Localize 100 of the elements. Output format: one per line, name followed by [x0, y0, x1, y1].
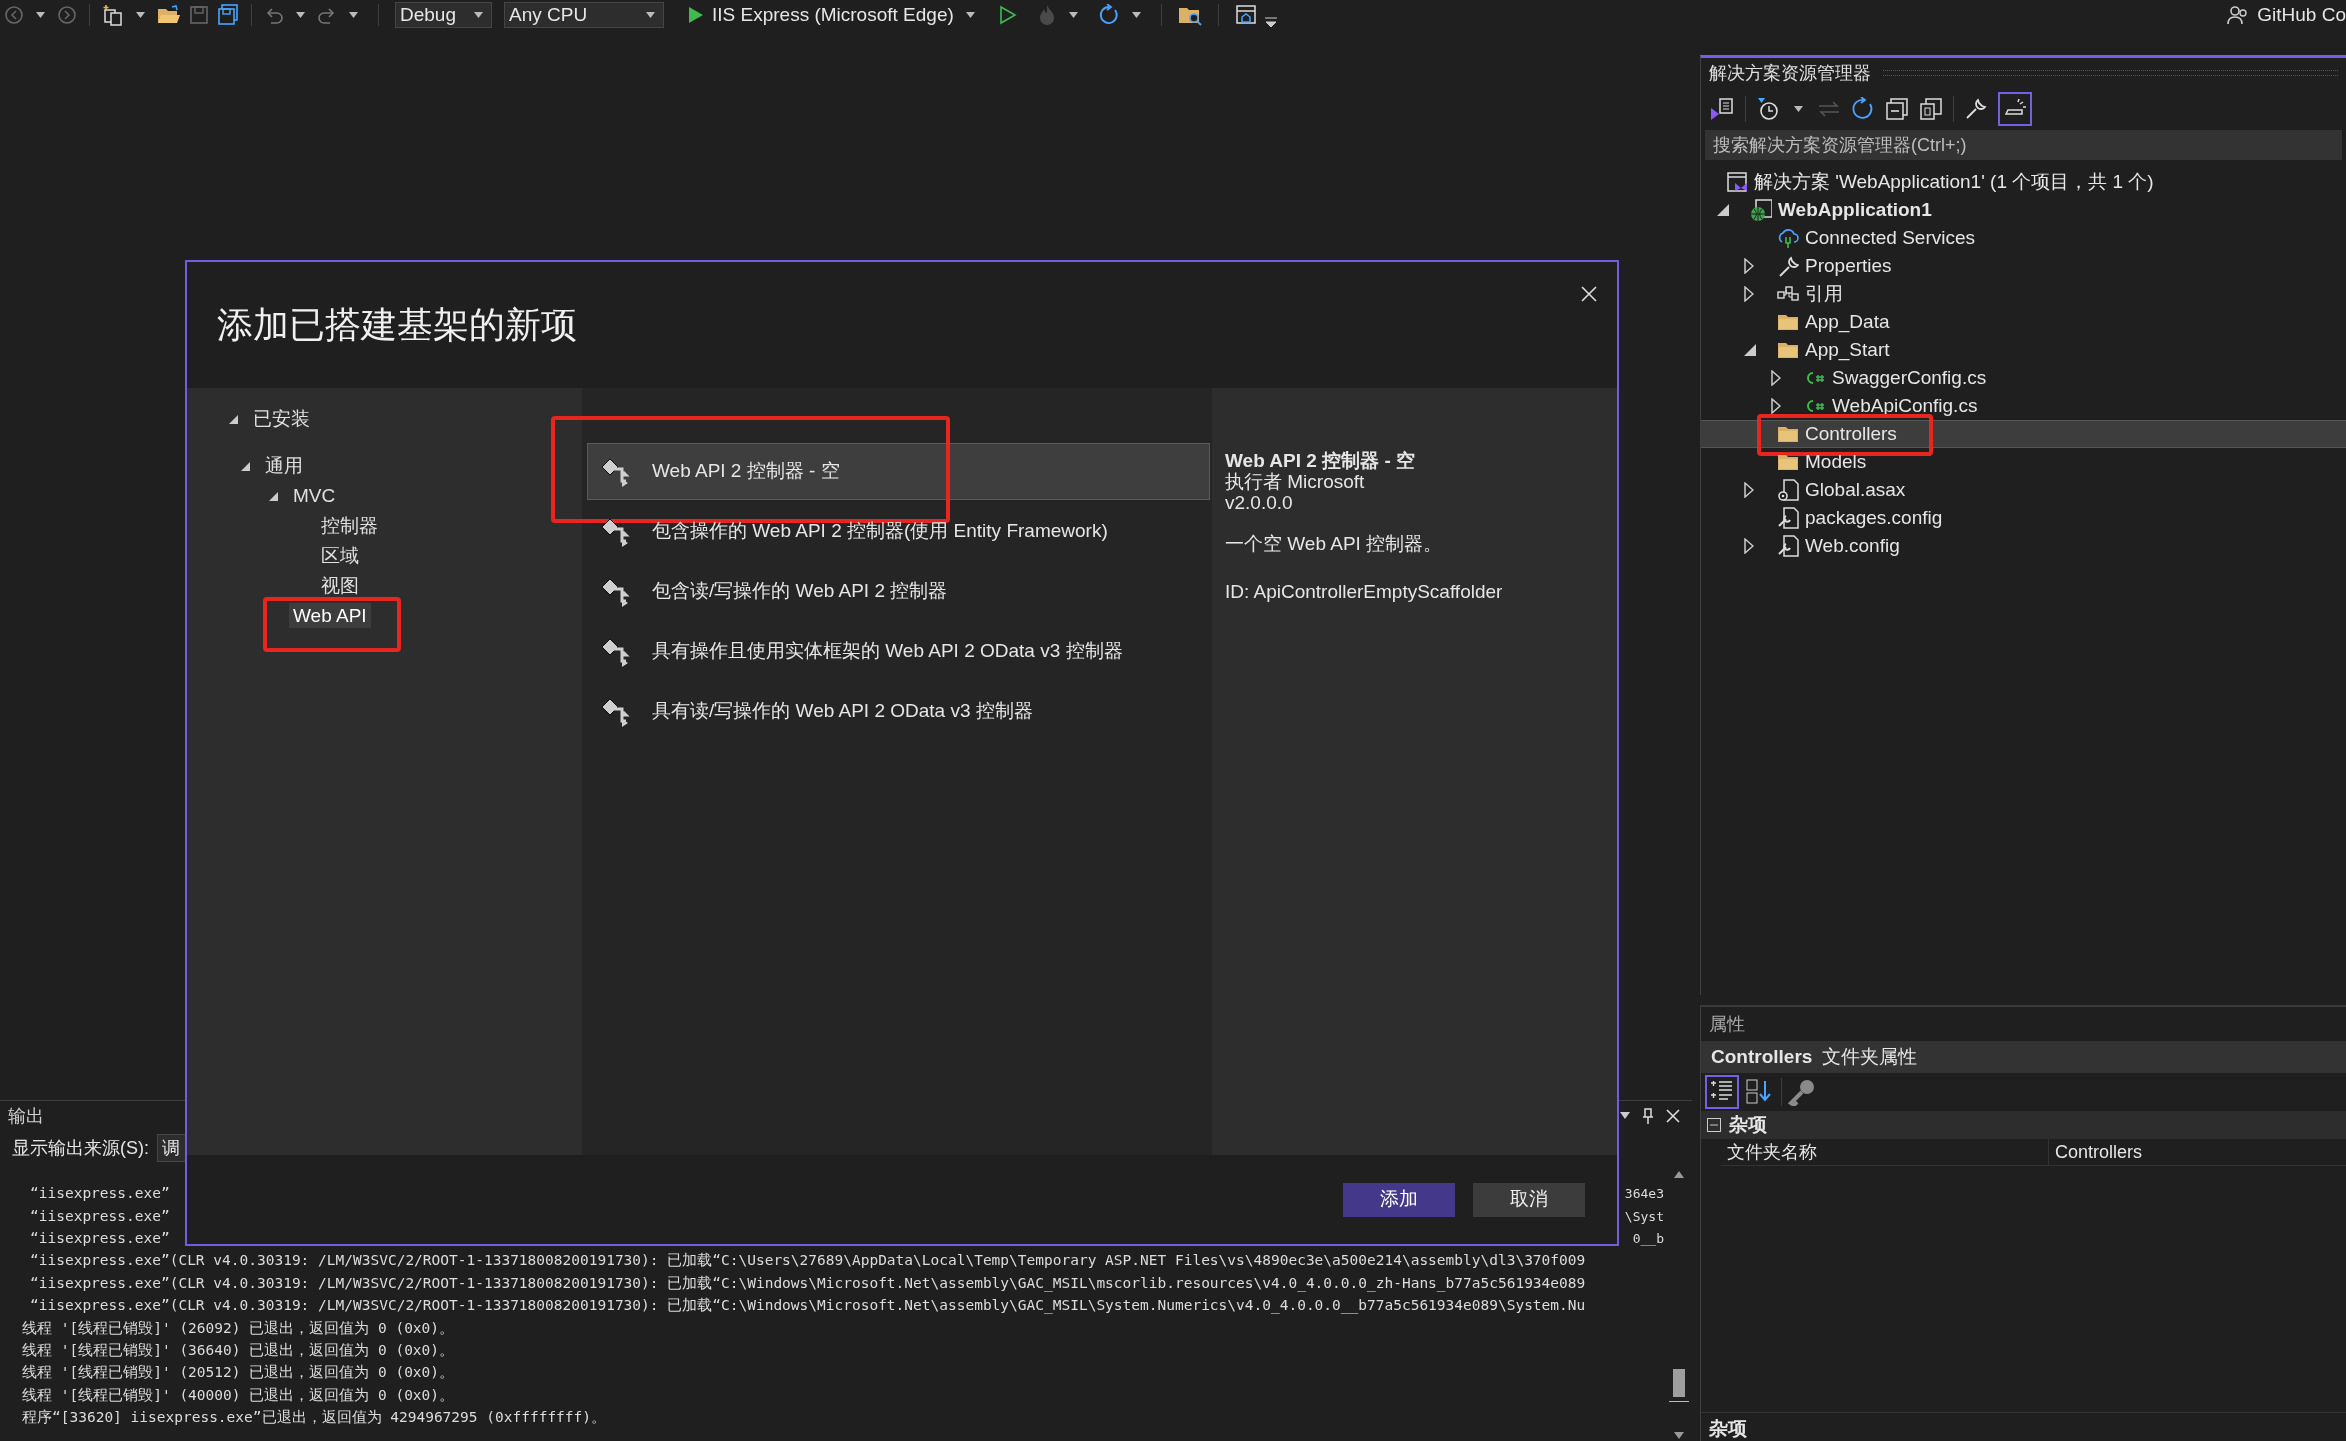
caret-icon[interactable]	[1131, 12, 1141, 18]
tree-item[interactable]: Connected Services	[1701, 224, 2346, 252]
template-author: 执行者 Microsoft	[1225, 471, 1366, 492]
forward-icon[interactable]	[57, 5, 77, 25]
key-icon[interactable]	[1788, 1078, 1816, 1106]
platform-dropdown[interactable]: Any CPU	[504, 2, 664, 28]
people-icon[interactable]	[2227, 5, 2250, 25]
close-icon[interactable]	[1581, 286, 1597, 302]
tree-item[interactable]: Models	[1701, 448, 2346, 476]
close-icon[interactable]	[1666, 1109, 1680, 1123]
template-version: v2.0.0.0	[1225, 492, 1294, 513]
search-field[interactable]: 搜索解决方案资源管理器(Ctrl+;)	[1705, 130, 2342, 160]
collapsed-arrow-icon[interactable]	[1744, 538, 1754, 554]
dropdown-icon[interactable]	[1620, 1112, 1630, 1120]
caret-icon[interactable]	[646, 12, 655, 18]
template-item[interactable]: 具有读/写操作的 Web API 2 OData v3 控制器	[587, 683, 1210, 740]
category-item[interactable]: Web API	[289, 602, 371, 628]
add-button[interactable]: 添加	[1343, 1182, 1455, 1217]
tree-item[interactable]: App_Start	[1701, 336, 2346, 364]
solution-icon	[1726, 171, 1748, 193]
scroll-down-icon[interactable]	[1674, 1432, 1684, 1439]
template-item[interactable]: 具有操作且使用实体框架的 Web API 2 OData v3 控制器	[587, 623, 1210, 680]
collapsed-arrow-icon[interactable]	[1744, 286, 1754, 302]
category-item[interactable]: MVC	[289, 482, 340, 508]
refresh-icon[interactable]	[1851, 97, 1875, 121]
preview-icon[interactable]	[1998, 92, 2032, 126]
tree-item[interactable]: SwaggerConfig.cs	[1701, 364, 2346, 392]
copy-windows-icon[interactable]	[1919, 97, 1943, 121]
configuration-dropdown[interactable]: Debug	[395, 2, 492, 28]
caret-icon[interactable]	[1068, 12, 1078, 18]
run-button[interactable]: IIS Express (Microsoft Edge)	[680, 2, 987, 28]
play-outline-icon[interactable]	[998, 5, 1017, 25]
tree-item[interactable]: Global.asax	[1701, 476, 2346, 504]
tree-item[interactable]: WebApplication1	[1701, 196, 2346, 224]
caret-icon[interactable]	[1794, 106, 1803, 112]
collapse-all-icon[interactable]	[1885, 97, 1909, 121]
new-project-icon[interactable]	[102, 4, 124, 26]
template-name: Web API 2 控制器 - 空	[1225, 450, 1417, 471]
properties-sync-icon[interactable]	[1709, 96, 1735, 122]
window-icon[interactable]	[1234, 4, 1257, 26]
expanded-arrow-icon[interactable]	[229, 414, 238, 424]
template-item[interactable]: 包含读/写操作的 Web API 2 控制器	[587, 563, 1210, 620]
expanded-arrow-icon[interactable]	[241, 461, 250, 471]
category-item[interactable]: 已安装	[249, 405, 314, 431]
pin-icon[interactable]	[1642, 1108, 1654, 1124]
cloud-plug-icon	[1777, 227, 1799, 249]
collapsed-arrow-icon[interactable]	[1744, 258, 1754, 274]
caret-icon[interactable]	[296, 12, 305, 18]
categorized-icon[interactable]	[1705, 1075, 1739, 1109]
cancel-button[interactable]: 取消	[1473, 1182, 1585, 1217]
panel-title: 属性	[1708, 1012, 1746, 1036]
globe-project-icon	[1750, 199, 1772, 221]
scrollbar-thumb[interactable]	[1673, 1369, 1685, 1397]
save-all-icon[interactable]	[217, 4, 239, 26]
undo-icon[interactable]	[264, 5, 284, 25]
tree-item[interactable]: Controllers	[1701, 420, 2346, 448]
expanded-arrow-icon[interactable]	[1717, 204, 1729, 216]
tree-item[interactable]: Web.config	[1701, 532, 2346, 560]
caret-icon[interactable]	[36, 12, 45, 18]
collapsed-arrow-icon[interactable]	[1771, 398, 1781, 414]
tree-item[interactable]: 解决方案 'WebApplication1' (1 个项目，共 1 个)	[1701, 168, 2346, 196]
caret-icon[interactable]	[474, 12, 483, 18]
panel-title: 输出	[8, 1104, 44, 1128]
account-label[interactable]: GitHub Co	[2257, 0, 2346, 30]
category-item[interactable]: 区域	[317, 542, 363, 568]
history-icon[interactable]	[1756, 97, 1780, 121]
collapse-box-icon[interactable]	[1707, 1118, 1721, 1132]
caret-icon[interactable]	[349, 12, 358, 18]
expanded-arrow-icon[interactable]	[269, 491, 278, 501]
open-folder-icon[interactable]	[157, 5, 181, 25]
category-item[interactable]: 视图	[317, 572, 363, 598]
category-item[interactable]: 通用	[261, 452, 307, 478]
redo-icon[interactable]	[317, 5, 337, 25]
tree-item[interactable]: Properties	[1701, 252, 2346, 280]
scroll-up-icon[interactable]	[1674, 1171, 1684, 1178]
tree-item[interactable]: packages.config	[1701, 504, 2346, 532]
collapsed-arrow-icon[interactable]	[1771, 370, 1781, 386]
back-icon[interactable]	[4, 5, 24, 25]
output-line: “iisexpress.exe”(CLR v4.0.30319: /LM/W3SVC/2/ROOT-1-133718008200191730): 已加载“C:\Windows\Microsoft.Net\assembly\GAC_MSIL\System.Numerics\v4.0_4.0.0.0__b77a5c561934e089\System.Nu	[29, 1296, 1586, 1316]
wrench-icon[interactable]	[1964, 97, 1988, 121]
output-line: 0__b	[1632, 1230, 1664, 1249]
tree-item[interactable]: App_Data	[1701, 308, 2346, 336]
output-line: \Syst	[1624, 1207, 1664, 1226]
expanded-arrow-icon[interactable]	[1744, 344, 1756, 356]
output-line: “iisexpress.exe”(CLR v4.0.30319: /LM/W3SVC/2/ROOT-1-133718008200191730): 已加载“C:\Windows\Microsoft.Net\assembly\GAC_MSIL\mscorlib.resources\v4.0_4.0.0.0_zh-Hans_b77a5c561934e089	[29, 1273, 1586, 1294]
caret-icon[interactable]	[136, 12, 145, 18]
tree-item[interactable]: WebApiConfig.cs	[1701, 392, 2346, 420]
category-item[interactable]: 控制器	[317, 512, 382, 538]
overflow-caret-icon[interactable]	[1264, 14, 1277, 28]
refresh-icon[interactable]	[1097, 4, 1120, 26]
template-item[interactable]: Web API 2 控制器 - 空	[587, 443, 1210, 500]
template-item[interactable]: 包含操作的 Web API 2 控制器(使用 Entity Framework)	[587, 503, 1210, 560]
title-grip[interactable]	[1883, 70, 2338, 76]
file-gear-icon	[1777, 479, 1799, 501]
caret-icon[interactable]	[965, 12, 975, 18]
property-value[interactable]: Controllers	[2049, 1139, 2346, 1165]
template-id: ID: ApiControllerEmptyScaffolder	[1225, 581, 1504, 602]
save-icon[interactable]	[189, 5, 209, 25]
tree-item[interactable]: 引用	[1701, 280, 2346, 308]
collapsed-arrow-icon[interactable]	[1744, 482, 1754, 498]
